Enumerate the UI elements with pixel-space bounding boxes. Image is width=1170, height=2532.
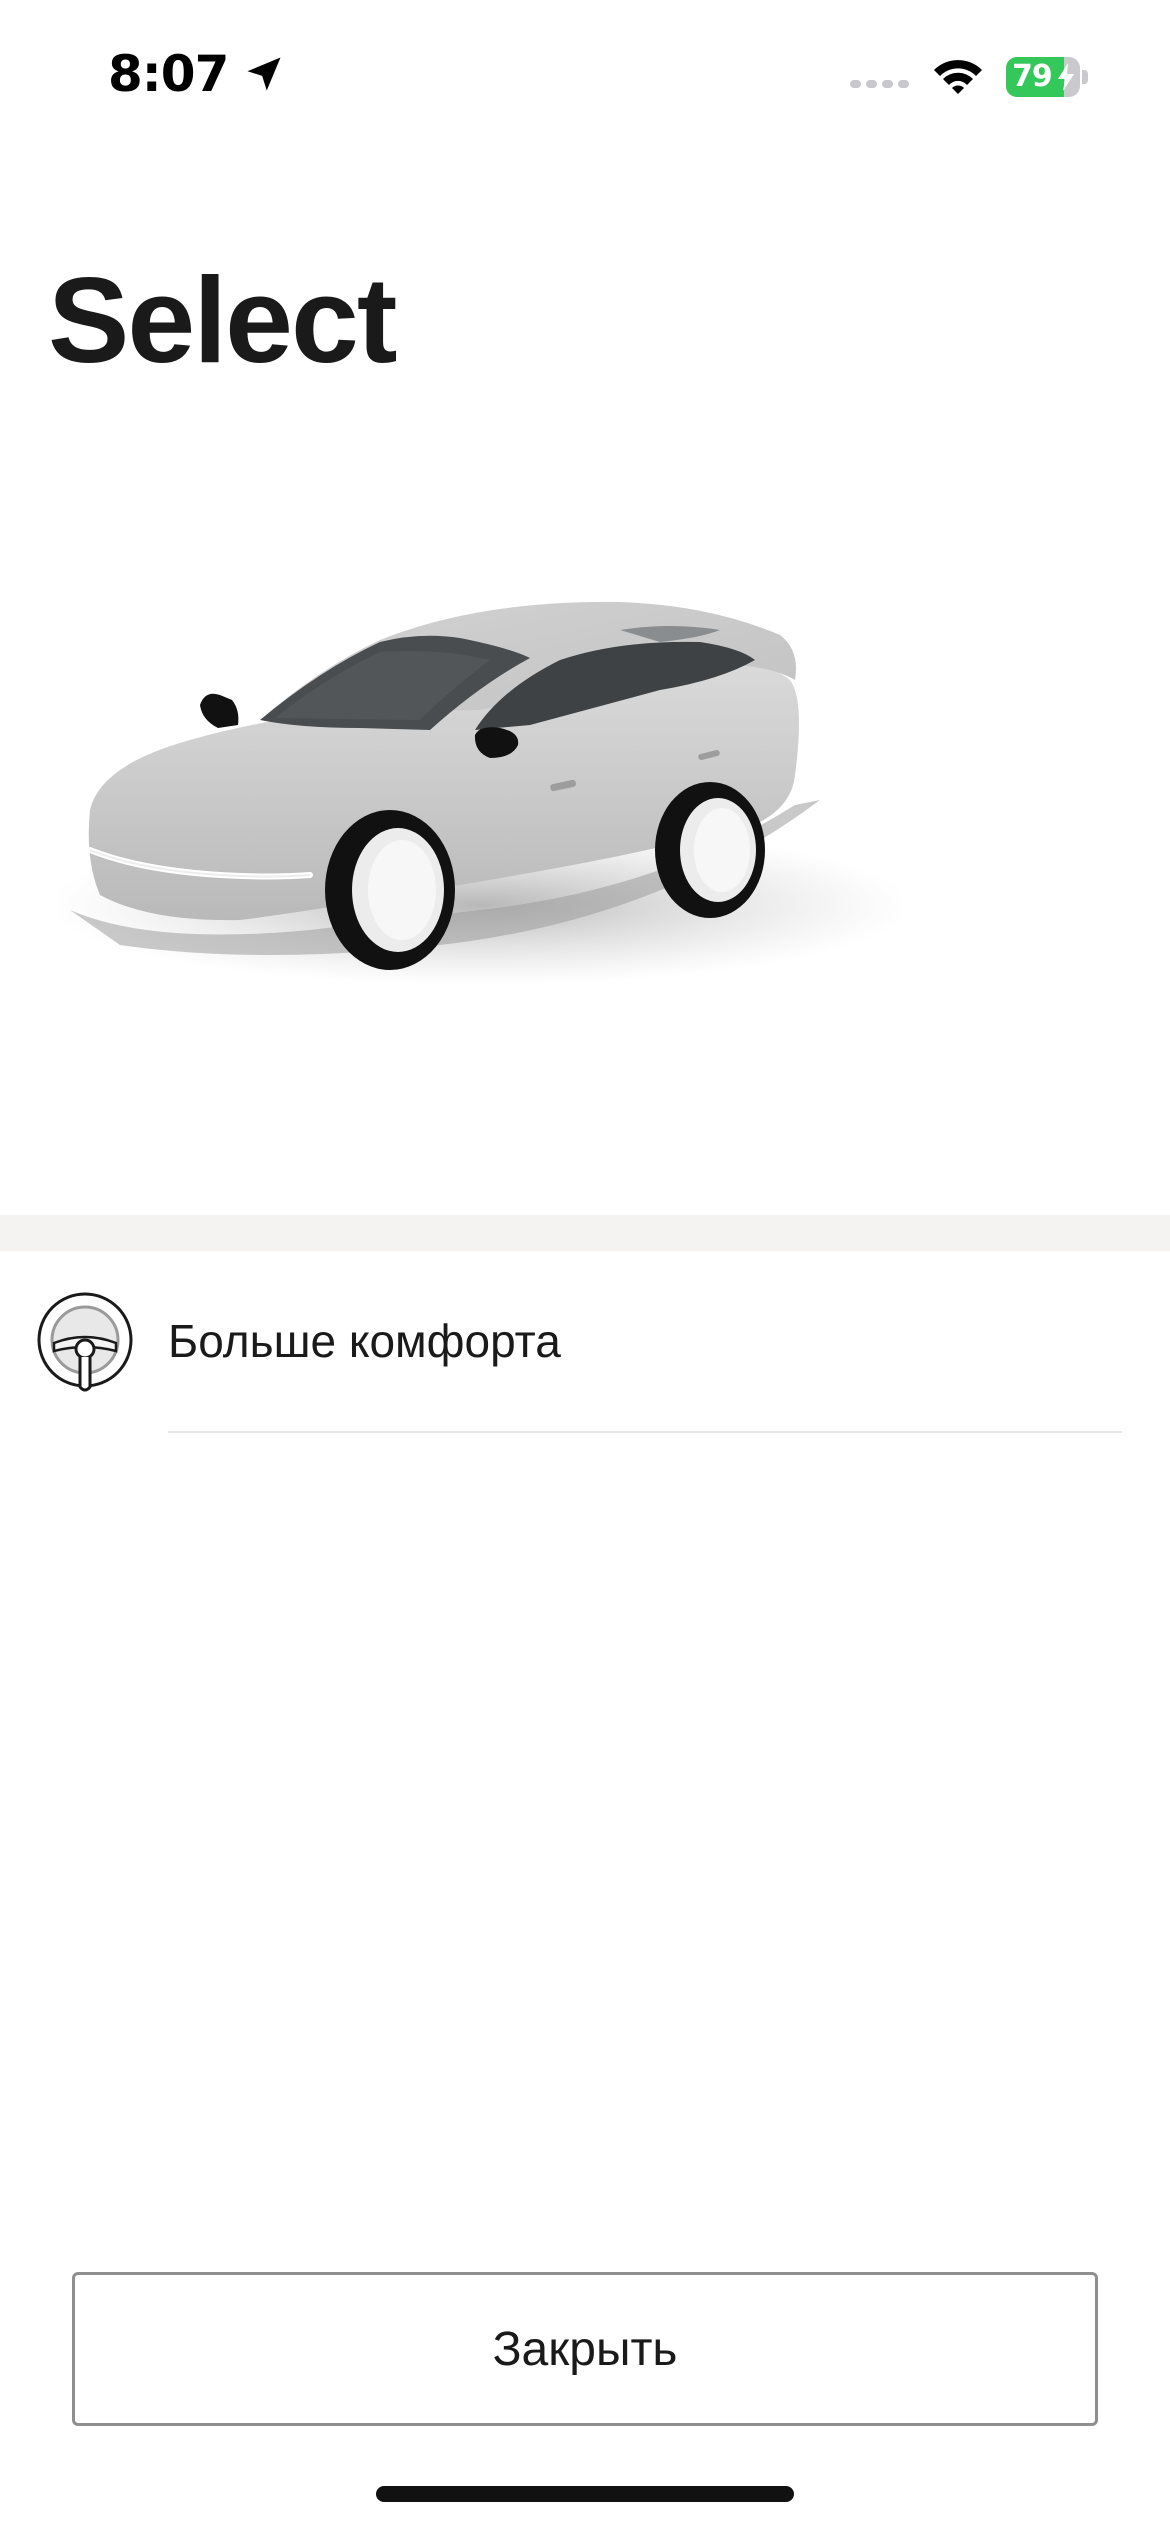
feature-list-item: Больше комфорта (0, 1251, 1170, 1433)
steering-wheel-icon (37, 1292, 133, 1392)
cellular-signal-icon (850, 80, 909, 88)
status-time: 8:07 (108, 45, 229, 103)
battery-charging-icon (1058, 63, 1074, 91)
battery-body: 79 (1006, 57, 1080, 97)
close-button[interactable]: Закрыть (72, 2272, 1098, 2426)
screen: 8:07 79 Select Больше комфорта Закрыть (0, 0, 1170, 2532)
page-title: Select (48, 252, 397, 388)
list-divider (168, 1431, 1122, 1433)
home-indicator[interactable] (376, 2486, 794, 2502)
battery-indicator: 79 (1006, 57, 1088, 97)
status-bar: 8:07 79 (0, 0, 1170, 150)
section-divider-band (0, 1215, 1170, 1251)
status-time-group: 8:07 (108, 42, 286, 106)
status-indicators: 79 (850, 52, 1088, 102)
car-illustration (60, 601, 900, 985)
feature-label-comfort: Больше комфорта (168, 1315, 561, 1367)
location-arrow-icon (247, 57, 281, 91)
battery-cap (1082, 70, 1088, 84)
wifi-icon (934, 60, 982, 94)
